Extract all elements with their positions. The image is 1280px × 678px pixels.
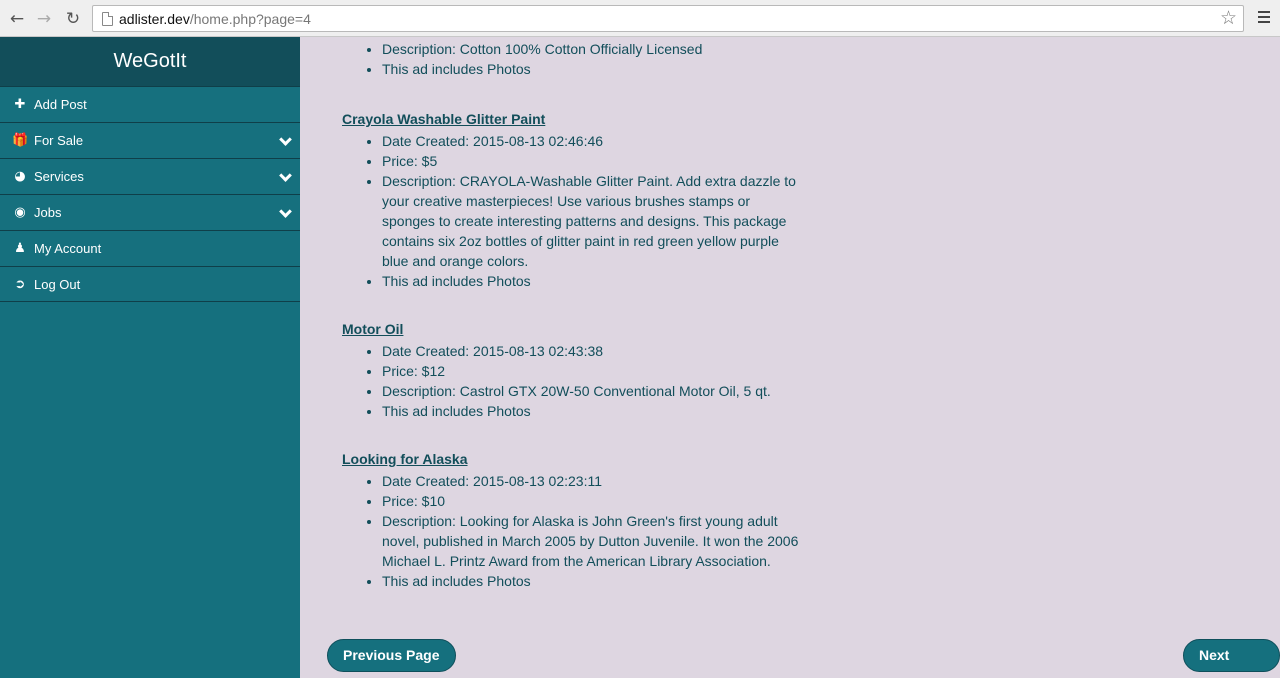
browser-menu-icon[interactable] (1258, 11, 1270, 25)
browser-toolbar: ← → ↻ adlister.dev/home.php?page=4 ☆ (0, 0, 1280, 37)
gift-icon: 🎁 (12, 133, 29, 148)
back-arrow-icon[interactable]: ← (6, 8, 28, 30)
forward-arrow-icon[interactable]: → (33, 8, 55, 30)
sidebar-item-label: Log Out (34, 277, 81, 292)
previous-page-button[interactable]: Previous Page (327, 639, 456, 672)
page-icon (102, 12, 113, 26)
ad-date: Date Created: 2015-08-13 02:23:11 (382, 471, 802, 491)
sidebar-item-log-out[interactable]: ➲ Log Out (0, 266, 300, 302)
brand-title[interactable]: WeGotIt (0, 37, 300, 86)
reload-icon[interactable]: ↻ (62, 8, 84, 30)
next-page-button[interactable]: Next Page (1183, 639, 1280, 672)
sidebar-item-my-account[interactable]: ♟ My Account (0, 230, 300, 266)
sidebar-item-jobs[interactable]: ◉ Jobs (0, 194, 300, 230)
sidebar-item-add-post[interactable]: ✚ Add Post (0, 86, 300, 122)
logout-icon: ➲ (14, 277, 26, 292)
ad-listing: Description: Cotton 100% Cotton Official… (300, 37, 1280, 678)
sidebar-item-label: My Account (34, 241, 102, 256)
ad-description: Description: Looking for Alaska is John … (382, 511, 802, 571)
ad-item: Looking for Alaska Date Created: 2015-08… (342, 449, 802, 591)
address-bar[interactable]: adlister.dev/home.php?page=4 ☆ (92, 5, 1244, 32)
ad-description: Description: Castrol GTX 20W-50 Conventi… (382, 381, 802, 401)
ad-item: Crayola Washable Glitter Paint Date Crea… (342, 109, 802, 291)
url-host: adlister.dev (119, 11, 190, 27)
url-path: /home.php?page=4 (189, 11, 311, 27)
ad-details: Description: Cotton 100% Cotton Official… (342, 39, 802, 79)
chevron-down-icon (279, 205, 292, 218)
ad-price: Price: $5 (382, 151, 802, 171)
ad-item: Motor Oil Date Created: 2015-08-13 02:43… (342, 319, 802, 421)
ad-title-link[interactable]: Looking for Alaska (342, 449, 802, 469)
ad-date: Date Created: 2015-08-13 02:43:38 (382, 341, 802, 361)
sidebar-item-services[interactable]: ◕ Services (0, 158, 300, 194)
globe-icon: ◉ (14, 205, 26, 220)
ad-title-link[interactable]: Motor Oil (342, 319, 802, 339)
sidebar-item-label: Services (34, 169, 84, 184)
ad-title-link[interactable]: Crayola Washable Glitter Paint (342, 109, 802, 129)
chevron-down-icon (279, 133, 292, 146)
ad-details: Date Created: 2015-08-13 02:46:46 Price:… (342, 131, 802, 291)
sidebar-nav: ✚ Add Post 🎁 For Sale ◕ Services ◉ Jobs … (0, 86, 300, 302)
sidebar-item-label: For Sale (34, 133, 84, 148)
sidebar-item-label: Add Post (34, 97, 87, 112)
ad-description: Description: CRAYOLA-Washable Glitter Pa… (382, 171, 802, 271)
user-icon: ♟ (14, 241, 26, 256)
ad-photos-note: This ad includes Photos (382, 571, 802, 591)
ad-price: Price: $10 (382, 491, 802, 511)
ad-price: Price: $12 (382, 361, 802, 381)
dashboard-icon: ◕ (14, 169, 26, 184)
ad-item: Description: Cotton 100% Cotton Official… (342, 39, 802, 79)
sidebar-item-for-sale[interactable]: 🎁 For Sale (0, 122, 300, 158)
ad-date: Date Created: 2015-08-13 02:46:46 (382, 131, 802, 151)
ad-photos-note: This ad includes Photos (382, 401, 802, 421)
ad-details: Date Created: 2015-08-13 02:23:11 Price:… (342, 471, 802, 591)
ad-description: Description: Cotton 100% Cotton Official… (382, 39, 802, 59)
sidebar-item-label: Jobs (34, 205, 62, 220)
ad-photos-note: This ad includes Photos (382, 271, 802, 291)
plus-icon: ✚ (14, 97, 26, 112)
bookmark-star-icon[interactable]: ☆ (1220, 7, 1237, 29)
ad-photos-note: This ad includes Photos (382, 59, 802, 79)
url-text[interactable]: adlister.dev/home.php?page=4 (119, 11, 311, 27)
chevron-down-icon (279, 169, 292, 182)
ad-details: Date Created: 2015-08-13 02:43:38 Price:… (342, 341, 802, 421)
sidebar: WeGotIt ✚ Add Post 🎁 For Sale ◕ Services… (0, 37, 300, 678)
